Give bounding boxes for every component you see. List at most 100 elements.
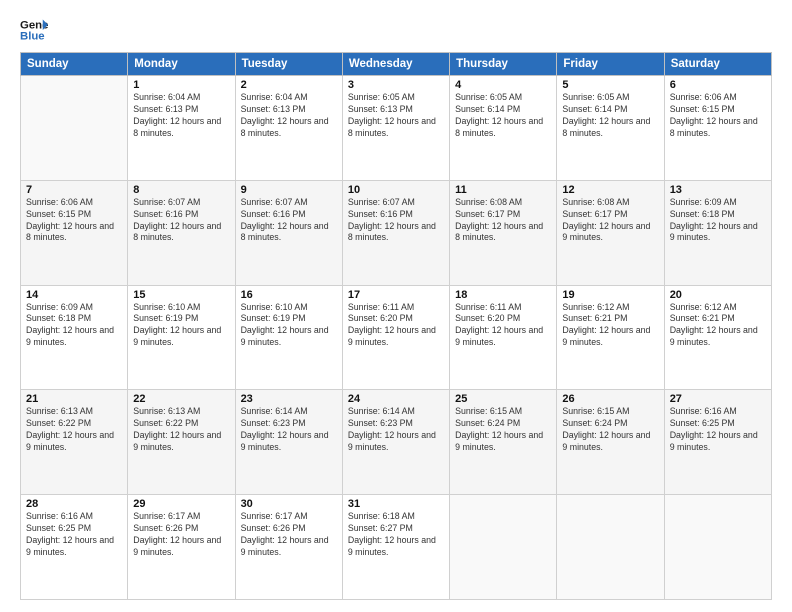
day-info: Sunrise: 6:15 AMSunset: 6:24 PMDaylight:… xyxy=(455,406,551,454)
weekday-header-row: SundayMondayTuesdayWednesdayThursdayFrid… xyxy=(21,53,772,76)
daylight-text-2: 8 minutes. xyxy=(133,128,229,140)
calendar-cell: 1Sunrise: 6:04 AMSunset: 6:13 PMDaylight… xyxy=(128,76,235,181)
day-number: 15 xyxy=(133,289,229,301)
sunset-text: Sunset: 6:22 PM xyxy=(26,418,122,430)
day-info: Sunrise: 6:12 AMSunset: 6:21 PMDaylight:… xyxy=(670,302,766,350)
calendar-cell: 19Sunrise: 6:12 AMSunset: 6:21 PMDayligh… xyxy=(557,285,664,390)
daylight-text-2: 9 minutes. xyxy=(348,337,444,349)
daylight-text: Daylight: 12 hours and xyxy=(133,116,229,128)
calendar-cell: 15Sunrise: 6:10 AMSunset: 6:19 PMDayligh… xyxy=(128,285,235,390)
sunset-text: Sunset: 6:13 PM xyxy=(348,104,444,116)
day-number: 14 xyxy=(26,289,122,301)
day-info: Sunrise: 6:16 AMSunset: 6:25 PMDaylight:… xyxy=(670,406,766,454)
day-info: Sunrise: 6:06 AMSunset: 6:15 PMDaylight:… xyxy=(670,92,766,140)
sunrise-text: Sunrise: 6:05 AM xyxy=(562,92,658,104)
day-info: Sunrise: 6:09 AMSunset: 6:18 PMDaylight:… xyxy=(26,302,122,350)
day-number: 17 xyxy=(348,289,444,301)
sunset-text: Sunset: 6:21 PM xyxy=(670,313,766,325)
sunset-text: Sunset: 6:15 PM xyxy=(26,209,122,221)
sunrise-text: Sunrise: 6:18 AM xyxy=(348,511,444,523)
sunrise-text: Sunrise: 6:15 AM xyxy=(455,406,551,418)
day-info: Sunrise: 6:04 AMSunset: 6:13 PMDaylight:… xyxy=(133,92,229,140)
calendar-page: General Blue SundayMondayTuesdayWednesda… xyxy=(0,0,792,612)
day-info: Sunrise: 6:14 AMSunset: 6:23 PMDaylight:… xyxy=(241,406,337,454)
calendar-cell xyxy=(450,495,557,600)
daylight-text-2: 9 minutes. xyxy=(670,337,766,349)
day-info: Sunrise: 6:04 AMSunset: 6:13 PMDaylight:… xyxy=(241,92,337,140)
day-info: Sunrise: 6:16 AMSunset: 6:25 PMDaylight:… xyxy=(26,511,122,559)
daylight-text: Daylight: 12 hours and xyxy=(133,221,229,233)
day-number: 20 xyxy=(670,289,766,301)
day-number: 25 xyxy=(455,393,551,405)
day-info: Sunrise: 6:07 AMSunset: 6:16 PMDaylight:… xyxy=(348,197,444,245)
sunset-text: Sunset: 6:13 PM xyxy=(133,104,229,116)
sunrise-text: Sunrise: 6:06 AM xyxy=(26,197,122,209)
day-info: Sunrise: 6:07 AMSunset: 6:16 PMDaylight:… xyxy=(241,197,337,245)
header: General Blue xyxy=(20,16,772,44)
daylight-text-2: 9 minutes. xyxy=(26,337,122,349)
sunset-text: Sunset: 6:23 PM xyxy=(348,418,444,430)
daylight-text-2: 8 minutes. xyxy=(455,232,551,244)
sunset-text: Sunset: 6:21 PM xyxy=(562,313,658,325)
calendar-cell: 14Sunrise: 6:09 AMSunset: 6:18 PMDayligh… xyxy=(21,285,128,390)
day-info: Sunrise: 6:10 AMSunset: 6:19 PMDaylight:… xyxy=(241,302,337,350)
sunrise-text: Sunrise: 6:13 AM xyxy=(133,406,229,418)
calendar-cell: 30Sunrise: 6:17 AMSunset: 6:26 PMDayligh… xyxy=(235,495,342,600)
calendar-cell: 23Sunrise: 6:14 AMSunset: 6:23 PMDayligh… xyxy=(235,390,342,495)
day-info: Sunrise: 6:11 AMSunset: 6:20 PMDaylight:… xyxy=(455,302,551,350)
day-info: Sunrise: 6:05 AMSunset: 6:14 PMDaylight:… xyxy=(562,92,658,140)
calendar-cell: 11Sunrise: 6:08 AMSunset: 6:17 PMDayligh… xyxy=(450,180,557,285)
daylight-text: Daylight: 12 hours and xyxy=(455,430,551,442)
sunset-text: Sunset: 6:14 PM xyxy=(562,104,658,116)
calendar-cell: 29Sunrise: 6:17 AMSunset: 6:26 PMDayligh… xyxy=(128,495,235,600)
sunset-text: Sunset: 6:16 PM xyxy=(241,209,337,221)
day-info: Sunrise: 6:17 AMSunset: 6:26 PMDaylight:… xyxy=(241,511,337,559)
sunrise-text: Sunrise: 6:09 AM xyxy=(26,302,122,314)
daylight-text: Daylight: 12 hours and xyxy=(348,116,444,128)
week-row-3: 14Sunrise: 6:09 AMSunset: 6:18 PMDayligh… xyxy=(21,285,772,390)
daylight-text-2: 9 minutes. xyxy=(241,337,337,349)
daylight-text-2: 8 minutes. xyxy=(455,128,551,140)
day-number: 21 xyxy=(26,393,122,405)
daylight-text: Daylight: 12 hours and xyxy=(26,325,122,337)
sunset-text: Sunset: 6:26 PM xyxy=(241,523,337,535)
daylight-text-2: 9 minutes. xyxy=(26,442,122,454)
calendar-table: SundayMondayTuesdayWednesdayThursdayFrid… xyxy=(20,52,772,600)
calendar-cell: 3Sunrise: 6:05 AMSunset: 6:13 PMDaylight… xyxy=(342,76,449,181)
calendar-cell: 25Sunrise: 6:15 AMSunset: 6:24 PMDayligh… xyxy=(450,390,557,495)
day-number: 5 xyxy=(562,79,658,91)
sunrise-text: Sunrise: 6:07 AM xyxy=(133,197,229,209)
calendar-cell: 27Sunrise: 6:16 AMSunset: 6:25 PMDayligh… xyxy=(664,390,771,495)
day-number: 1 xyxy=(133,79,229,91)
sunrise-text: Sunrise: 6:11 AM xyxy=(348,302,444,314)
sunrise-text: Sunrise: 6:10 AM xyxy=(133,302,229,314)
daylight-text: Daylight: 12 hours and xyxy=(670,325,766,337)
day-info: Sunrise: 6:07 AMSunset: 6:16 PMDaylight:… xyxy=(133,197,229,245)
daylight-text-2: 9 minutes. xyxy=(562,337,658,349)
day-info: Sunrise: 6:13 AMSunset: 6:22 PMDaylight:… xyxy=(26,406,122,454)
calendar-cell: 20Sunrise: 6:12 AMSunset: 6:21 PMDayligh… xyxy=(664,285,771,390)
daylight-text-2: 9 minutes. xyxy=(133,337,229,349)
daylight-text: Daylight: 12 hours and xyxy=(133,535,229,547)
sunset-text: Sunset: 6:19 PM xyxy=(241,313,337,325)
daylight-text-2: 9 minutes. xyxy=(133,547,229,559)
day-info: Sunrise: 6:13 AMSunset: 6:22 PMDaylight:… xyxy=(133,406,229,454)
day-number: 6 xyxy=(670,79,766,91)
day-info: Sunrise: 6:06 AMSunset: 6:15 PMDaylight:… xyxy=(26,197,122,245)
sunset-text: Sunset: 6:18 PM xyxy=(670,209,766,221)
sunset-text: Sunset: 6:13 PM xyxy=(241,104,337,116)
calendar-cell: 13Sunrise: 6:09 AMSunset: 6:18 PMDayligh… xyxy=(664,180,771,285)
header-friday: Friday xyxy=(557,53,664,76)
sunrise-text: Sunrise: 6:16 AM xyxy=(26,511,122,523)
daylight-text-2: 9 minutes. xyxy=(455,337,551,349)
calendar-cell: 22Sunrise: 6:13 AMSunset: 6:22 PMDayligh… xyxy=(128,390,235,495)
daylight-text-2: 8 minutes. xyxy=(348,128,444,140)
day-info: Sunrise: 6:05 AMSunset: 6:14 PMDaylight:… xyxy=(455,92,551,140)
daylight-text-2: 9 minutes. xyxy=(670,232,766,244)
sunset-text: Sunset: 6:16 PM xyxy=(348,209,444,221)
daylight-text-2: 9 minutes. xyxy=(241,547,337,559)
sunrise-text: Sunrise: 6:12 AM xyxy=(562,302,658,314)
day-number: 23 xyxy=(241,393,337,405)
day-number: 19 xyxy=(562,289,658,301)
sunrise-text: Sunrise: 6:15 AM xyxy=(562,406,658,418)
